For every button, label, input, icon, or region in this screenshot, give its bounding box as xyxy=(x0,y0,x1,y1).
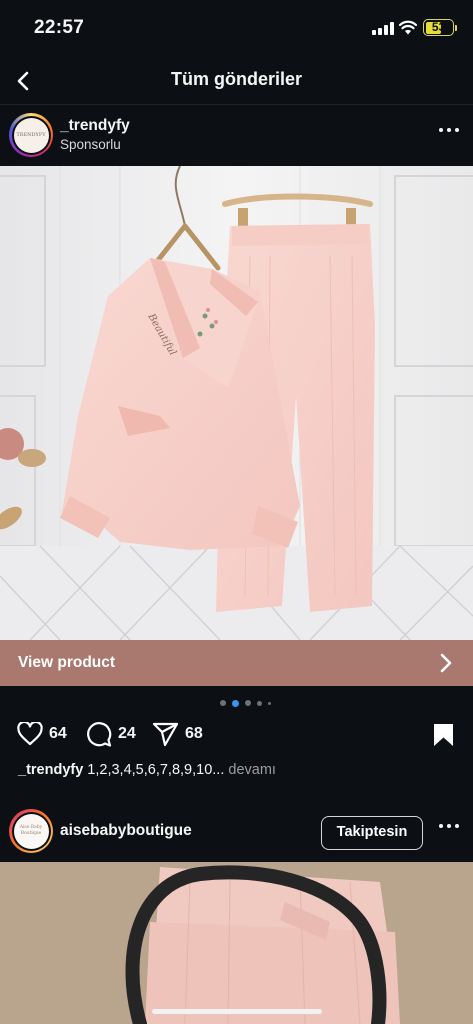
sponsored-label: Sponsorlu xyxy=(60,137,121,152)
status-bar: 22:57 53 xyxy=(0,0,473,58)
view-product-button[interactable]: View product xyxy=(0,640,473,686)
status-time: 22:57 xyxy=(34,17,85,38)
wifi-icon xyxy=(399,20,417,35)
signal-icon xyxy=(372,22,394,35)
post-actions: 64 24 68 xyxy=(0,714,473,754)
page-title: Tüm gönderiler xyxy=(170,69,302,89)
post-header: TRENDYFY _trendyfy Sponsorlu xyxy=(0,106,473,166)
more-icon[interactable] xyxy=(439,824,459,830)
caption-text: 1,2,3,4,5,6,7,8,9,10... xyxy=(83,762,229,778)
share-icon[interactable] xyxy=(152,722,179,747)
more-icon[interactable] xyxy=(439,128,459,134)
battery-level: 53 xyxy=(431,20,446,34)
comment-icon[interactable] xyxy=(86,722,112,747)
following-button[interactable]: Takiptesin xyxy=(321,816,423,850)
avatar: Aise Baby Boutique xyxy=(13,813,49,849)
baby-carrier-photo xyxy=(0,862,473,1024)
like-count[interactable]: 64 xyxy=(49,725,67,743)
carousel-indicator xyxy=(0,700,473,707)
post-caption[interactable]: _trendyfy 1,2,3,4,5,6,7,8,9,10... devamı xyxy=(18,762,276,778)
post-image[interactable]: Beautiful xyxy=(0,166,473,640)
avatar: TRENDYFY xyxy=(13,117,49,153)
post-username[interactable]: _trendyfy xyxy=(60,117,130,135)
comment-count[interactable]: 24 xyxy=(118,725,136,743)
post-header-2: Aise Baby Boutique aisebabyboutigue Taki… xyxy=(0,802,473,862)
battery-icon: 53 xyxy=(423,19,454,36)
post-image-2[interactable] xyxy=(0,862,473,1024)
bookmark-icon[interactable] xyxy=(433,723,454,747)
post-username[interactable]: aisebabyboutigue xyxy=(60,822,192,840)
top-nav: Tüm gönderiler xyxy=(0,58,473,105)
pajama-set-photo: Beautiful xyxy=(0,166,473,640)
caption-more-link[interactable]: devamı xyxy=(228,762,276,778)
story-ring[interactable]: TRENDYFY xyxy=(9,113,53,157)
chevron-right-icon xyxy=(440,653,452,673)
view-product-label: View product xyxy=(18,654,116,671)
share-count[interactable]: 68 xyxy=(185,725,203,743)
heart-icon[interactable] xyxy=(17,722,43,746)
home-indicator[interactable] xyxy=(152,1009,322,1014)
caption-username[interactable]: _trendyfy xyxy=(18,762,83,778)
story-ring[interactable]: Aise Baby Boutique xyxy=(9,809,53,853)
